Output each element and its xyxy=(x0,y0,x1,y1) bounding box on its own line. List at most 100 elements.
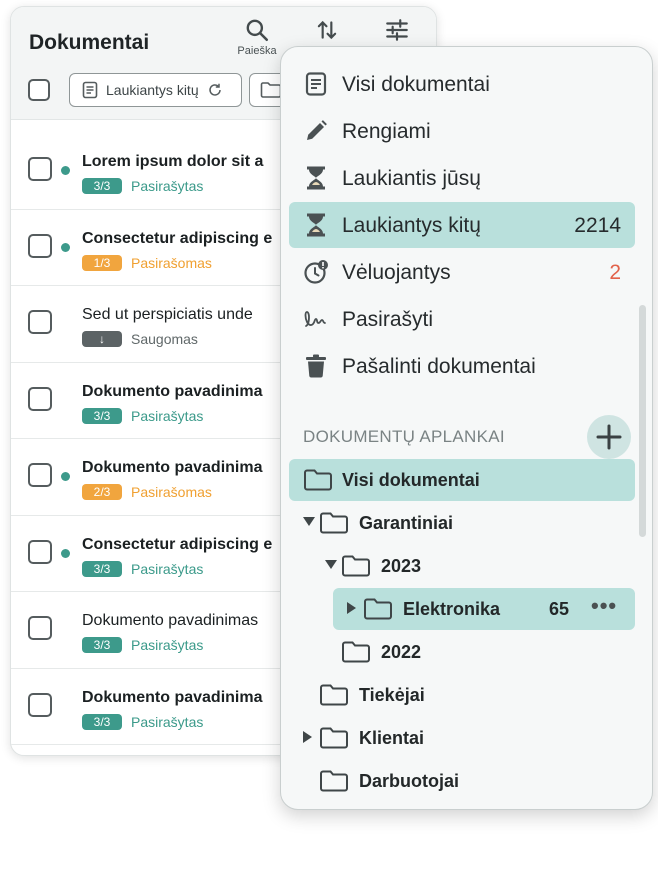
folder-item-darbuotojai[interactable]: Darbuotojai xyxy=(289,760,635,802)
document-title: Lorem ipsum dolor sit a xyxy=(82,153,264,170)
search-icon xyxy=(246,19,269,42)
filter-sliders-icon xyxy=(386,19,408,41)
signature-progress-badge: 3/3 xyxy=(82,713,122,730)
signature-progress-badge: 3/3 xyxy=(82,178,122,194)
pencil-icon xyxy=(303,118,329,144)
folder-label: Tiekėjai xyxy=(359,685,425,705)
menu-item-label: Laukiantis jūsų xyxy=(342,167,481,190)
row-checkbox[interactable] xyxy=(28,539,52,564)
folder-item-2022[interactable]: 2022 xyxy=(289,631,635,673)
folder-icon xyxy=(319,511,349,540)
status-text: Pasirašytas xyxy=(131,407,204,424)
scrollbar[interactable] xyxy=(639,305,646,537)
folder-label: 2022 xyxy=(381,642,422,662)
status-text: Pasirašytas xyxy=(131,713,204,730)
filter-chip[interactable]: Laukiantys kitų xyxy=(69,73,242,107)
document-title: Sed ut perspiciatis unde xyxy=(82,306,253,323)
folder-item-tiekėjai[interactable]: Tiekėjai xyxy=(289,674,635,716)
menu-item-laukiantys-kitų[interactable]: Laukiantys kitų 2214 xyxy=(289,202,635,248)
folder-icon xyxy=(341,554,371,583)
signature-progress-badge: 3/3 xyxy=(82,407,122,424)
status-text: Pasirašomas xyxy=(131,254,212,271)
unread-dot xyxy=(61,548,70,558)
row-checkbox[interactable] xyxy=(28,616,52,640)
caret-down-icon[interactable] xyxy=(325,560,337,569)
hourglass-icon xyxy=(303,212,329,238)
folder-icon xyxy=(363,597,393,626)
menu-item-label: Laukiantys kitų xyxy=(342,214,481,237)
plus-icon xyxy=(596,424,622,450)
menu-item-visi-dokumentai[interactable]: Visi dokumentai xyxy=(289,61,635,107)
row-checkbox[interactable] xyxy=(28,157,52,181)
search-button[interactable]: Paieška xyxy=(231,17,283,69)
status-text: Saugomas xyxy=(131,331,198,347)
menu-item-count: 2 xyxy=(609,261,621,284)
trash-icon xyxy=(303,353,329,379)
document-icon xyxy=(303,71,329,97)
menu-item-count: 2214 xyxy=(574,214,621,237)
folder-icon xyxy=(260,82,282,98)
row-checkbox[interactable] xyxy=(28,310,52,334)
unread-dot xyxy=(61,242,70,252)
more-options-icon[interactable]: ••• xyxy=(591,593,617,619)
document-title: Dokumento pavadinimas xyxy=(82,612,259,629)
row-checkbox[interactable] xyxy=(28,463,52,487)
signature-progress-badge: ↓ xyxy=(82,331,122,347)
menu-item-pašalinti-dokumentai[interactable]: Pašalinti dokumentai xyxy=(289,343,635,389)
folder-label: Garantiniai xyxy=(359,513,454,533)
menu-item-pasirašyti[interactable]: Pasirašyti xyxy=(289,296,635,342)
add-folder-button[interactable] xyxy=(587,415,631,459)
row-checkbox[interactable] xyxy=(28,692,52,717)
menu-item-laukiantis-jūsų[interactable]: Laukiantis jūsų xyxy=(289,155,635,201)
refresh-icon xyxy=(208,83,221,96)
folder-label: Visi dokumentai xyxy=(342,470,480,490)
row-checkbox[interactable] xyxy=(28,233,52,258)
folder-icon xyxy=(341,640,371,669)
folder-icon xyxy=(319,769,349,798)
menu-item-label: Pašalinti dokumentai xyxy=(342,355,536,378)
unread-dot xyxy=(61,472,70,481)
caret-down-icon[interactable] xyxy=(303,517,315,526)
signature-progress-badge: 1/3 xyxy=(82,254,122,271)
folder-label: Elektronika xyxy=(403,599,501,619)
sort-icon xyxy=(317,20,337,40)
folder-item-elektronika[interactable]: Elektronika 65 ••• xyxy=(333,588,635,630)
status-text: Pasirašytas xyxy=(131,560,204,577)
document-title: Dokumento pavadinima xyxy=(82,382,263,400)
page-title: Dokumentai xyxy=(29,31,150,54)
row-checkbox[interactable] xyxy=(28,386,52,411)
status-text: Pasirašytas xyxy=(131,178,204,194)
caret-right-icon[interactable] xyxy=(303,731,312,743)
signature-progress-badge: 3/3 xyxy=(82,560,122,577)
menu-item-rengiami[interactable]: Rengiami xyxy=(289,108,635,154)
clock-alert-icon xyxy=(303,259,329,285)
status-text: Pasirašomas xyxy=(131,484,212,500)
folder-label: 2023 xyxy=(381,556,422,576)
menu-item-label: Visi dokumentai xyxy=(342,73,490,96)
document-title: Consectetur adipiscing e xyxy=(82,535,273,553)
caret-right-icon[interactable] xyxy=(347,602,356,614)
document-icon xyxy=(82,81,98,99)
menu-item-label: Pasirašyti xyxy=(342,308,434,331)
search-label: Paieška xyxy=(237,45,277,57)
folder-icon xyxy=(319,726,349,755)
folder-item-klientai[interactable]: Klientai xyxy=(289,717,635,759)
hourglass-icon xyxy=(303,165,329,191)
folders-section-title: DOKUMENTŲ APLANKAI xyxy=(303,427,505,446)
folder-item-2023[interactable]: 2023 xyxy=(289,545,635,587)
menu-item-vėluojantys[interactable]: Vėluojantys 2 xyxy=(289,249,635,295)
document-title: Dokumento pavadinima xyxy=(82,459,263,476)
signature-icon xyxy=(303,306,329,332)
filter-dropdown-menu: Visi dokumentai Rengiami Laukiantis jūsų… xyxy=(280,46,653,810)
folder-item-visi-dokumentai[interactable]: Visi dokumentai xyxy=(289,459,635,501)
signature-progress-badge: 3/3 xyxy=(82,637,122,653)
document-title: Dokumento pavadinima xyxy=(82,688,263,706)
folder-label: Klientai xyxy=(359,728,425,748)
select-all-checkbox[interactable] xyxy=(28,79,50,101)
menu-item-label: Rengiami xyxy=(342,120,431,143)
folder-icon xyxy=(319,683,349,712)
document-title: Consectetur adipiscing e xyxy=(82,229,273,247)
signature-progress-badge: 2/3 xyxy=(82,484,122,500)
folder-item-garantiniai[interactable]: Garantiniai xyxy=(289,502,635,544)
menu-item-label: Vėluojantys xyxy=(342,261,451,284)
